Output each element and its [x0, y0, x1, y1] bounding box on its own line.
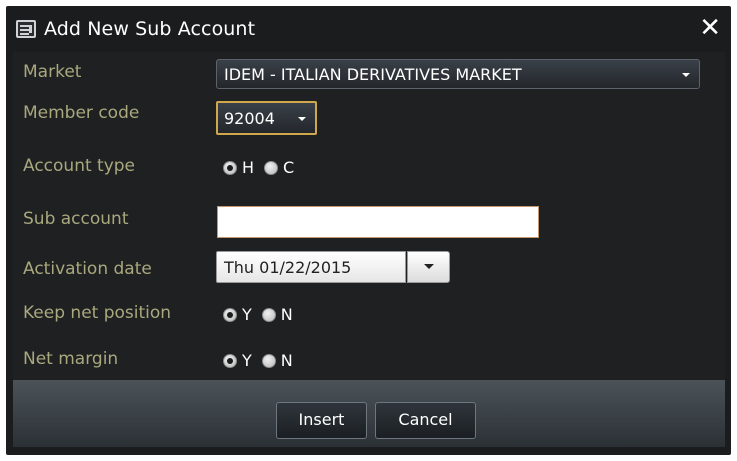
- chevron-down-icon: [682, 73, 690, 77]
- add-sub-account-dialog: Add New Sub Account ✕ Market IDEM - ITAL…: [6, 6, 731, 455]
- form-body: Market IDEM - ITALIAN DERIVATIVES MARKET…: [13, 52, 725, 380]
- net-margin-radio-y[interactable]: [223, 353, 237, 368]
- keep-net-position-label: Keep net position: [23, 303, 172, 323]
- keep-net-position-row: Keep net position Y N: [13, 295, 725, 331]
- account-type-row: Account type H C: [13, 150, 725, 186]
- radio-label: Y: [242, 305, 252, 324]
- activation-date-label: Activation date: [23, 259, 152, 279]
- market-select[interactable]: IDEM - ITALIAN DERIVATIVES MARKET: [216, 59, 700, 89]
- sub-account-label: Sub account: [23, 209, 129, 229]
- account-type-radio-c[interactable]: [264, 160, 279, 175]
- insert-button[interactable]: Insert: [276, 402, 367, 439]
- dialog-titlebar[interactable]: Add New Sub Account ✕: [6, 6, 731, 52]
- activation-date-field[interactable]: Thu 01/22/2015: [216, 251, 406, 283]
- chevron-down-icon: [424, 264, 434, 269]
- member-code-value: 92004: [224, 109, 275, 128]
- account-type-radio-h[interactable]: [223, 160, 237, 175]
- activation-date-row: Activation date Thu 01/22/2015: [13, 245, 725, 283]
- close-icon[interactable]: ✕: [699, 15, 721, 41]
- radio-label: Y: [242, 351, 252, 370]
- net-margin-radio-group: Y N: [223, 351, 303, 370]
- net-margin-row: Net margin Y N: [13, 342, 725, 378]
- date-picker-button[interactable]: [407, 251, 450, 283]
- keep-net-position-radio-n[interactable]: [261, 307, 276, 322]
- cancel-button[interactable]: Cancel: [375, 402, 476, 439]
- member-code-row: Member code 92004: [13, 95, 725, 135]
- net-margin-radio-n[interactable]: [261, 353, 276, 368]
- account-type-radio-group: H C: [223, 158, 304, 177]
- radio-label: N: [280, 351, 293, 370]
- market-label: Market: [23, 62, 82, 82]
- dialog-footer: Insert Cancel: [13, 380, 725, 447]
- net-margin-label: Net margin: [23, 349, 119, 369]
- keep-net-position-radio-y[interactable]: [223, 307, 237, 322]
- market-value: IDEM - ITALIAN DERIVATIVES MARKET: [224, 65, 522, 84]
- dialog-title: Add New Sub Account: [44, 18, 256, 40]
- activation-date-value: Thu 01/22/2015: [224, 258, 352, 277]
- keep-net-position-radio-group: Y N: [223, 305, 303, 324]
- sub-account-input[interactable]: [217, 206, 539, 238]
- radio-label: H: [242, 158, 255, 177]
- account-type-label: Account type: [23, 156, 136, 176]
- member-code-select[interactable]: 92004: [216, 101, 317, 135]
- radio-label: C: [283, 158, 295, 177]
- sub-account-row: Sub account: [13, 200, 725, 238]
- chevron-down-icon: [298, 117, 306, 121]
- member-code-label: Member code: [23, 103, 140, 123]
- window-icon: [16, 20, 36, 38]
- market-row: Market IDEM - ITALIAN DERIVATIVES MARKET: [13, 54, 725, 90]
- radio-label: N: [280, 305, 293, 324]
